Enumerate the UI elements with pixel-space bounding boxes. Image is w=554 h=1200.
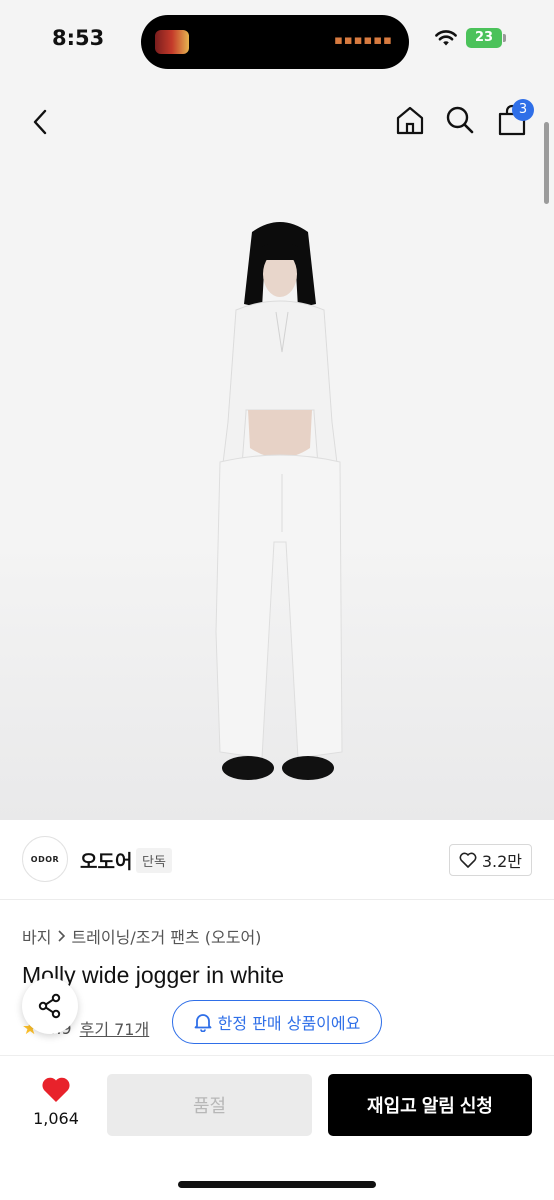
brand-like-count: 3.2만: [481, 852, 522, 871]
search-button[interactable]: [440, 100, 480, 140]
wishlist-count: 1,064: [33, 1109, 79, 1128]
home-button[interactable]: [390, 100, 430, 140]
search-icon: [446, 106, 474, 134]
heart-outline-icon: [459, 852, 477, 868]
breadcrumb-category[interactable]: 바지: [22, 924, 51, 948]
cart-button[interactable]: 3: [492, 99, 534, 140]
soldout-button: 품절: [107, 1074, 312, 1136]
brand-row: ODOR 오도어 단독 3.2만: [0, 820, 554, 900]
dynamic-island: ▪▪▪▪▪▪: [141, 15, 409, 69]
wifi-icon: [435, 30, 457, 46]
limited-sale-pill[interactable]: 한정 판매 상품이에요: [172, 1000, 382, 1044]
heart-filled-icon: [42, 1077, 70, 1102]
cart-count-badge: 3: [512, 99, 534, 121]
exclusive-badge: 단독: [136, 848, 172, 873]
breadcrumb: 바지 트레이닝/조거 팬츠 (오도어): [22, 924, 261, 948]
share-icon: [38, 993, 61, 1019]
restock-alert-button[interactable]: 재입고 알림 신청: [328, 1074, 532, 1136]
home-icon: [396, 106, 424, 135]
status-indicators: 23: [434, 28, 506, 48]
product-image[interactable]: 3: [0, 84, 554, 820]
limited-sale-label: 한정 판매 상품이에요: [217, 1014, 361, 1033]
now-playing-thumbnail: [155, 30, 189, 54]
battery-icon: 23: [466, 28, 506, 48]
bell-icon: [194, 1014, 212, 1032]
breadcrumb-subcategory[interactable]: 트레이닝/조거 팬츠 (오도어): [71, 924, 261, 948]
share-button[interactable]: [22, 978, 78, 1034]
scroll-indicator: [544, 122, 549, 204]
wishlist-button[interactable]: 1,064: [26, 1076, 86, 1128]
brand-name[interactable]: 오도어: [80, 847, 132, 874]
back-button[interactable]: [20, 102, 60, 142]
status-time: 8:53: [52, 26, 105, 50]
model-photo: [215, 222, 343, 780]
bottom-action-bar: 1,064 품절 재입고 알림 신청: [0, 1055, 554, 1200]
brand-like-button[interactable]: 3.2만: [448, 844, 532, 876]
chevron-left-icon: [33, 109, 47, 135]
home-indicator[interactable]: [178, 1181, 376, 1188]
audio-wave-icon: ▪▪▪▪▪▪: [334, 33, 393, 48]
review-link[interactable]: 후기 71개: [80, 1016, 150, 1040]
status-bar: 8:53 ▪▪▪▪▪▪ 23: [0, 0, 554, 84]
chevron-right-icon: [58, 930, 66, 942]
brand-logo[interactable]: ODOR: [22, 836, 68, 882]
